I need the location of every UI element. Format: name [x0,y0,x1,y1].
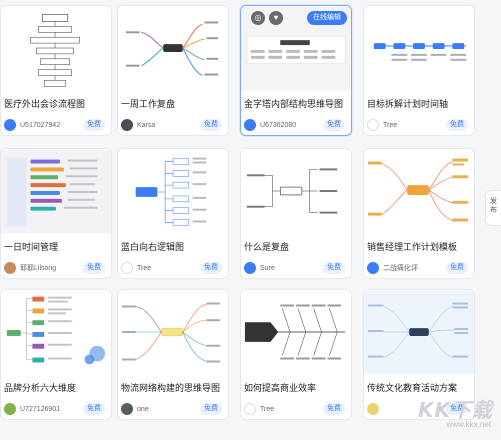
avatar [4,403,16,415]
template-thumbnail [364,6,474,91]
template-thumbnail [241,149,351,234]
template-card[interactable]: 医疗外出会诊流程图 U517027942 免费 [0,5,112,136]
template-author: 耶耶Lilsong [4,261,56,275]
template-author: U67362080 [244,118,296,132]
template-card[interactable]: 蓝白向右逻辑图 Tree 免费 [117,148,229,279]
template-thumbnail [1,6,111,91]
free-badge: 免费 [323,403,345,415]
template-card[interactable]: 品牌分析六大维度 U727126901 免费 [0,289,112,420]
free-badge: 免费 [83,119,105,131]
template-title[interactable]: 传统文化教育活动方案 [367,381,473,394]
free-badge: 免费 [83,262,105,274]
template-card[interactable]: 目标拆解计划时间轴 Tree 免费 [363,5,475,136]
author-name: 耶耶Lilsong [20,265,57,272]
author-name: one [137,405,149,413]
template-title[interactable]: 销售经理工作计划模板 [367,240,473,253]
template-thumbnail [118,6,228,91]
online-edit-button[interactable]: 在线编辑 [307,11,347,25]
template-title[interactable]: 一日时间管理 [4,240,110,253]
publish-label: 发布 [490,198,497,214]
template-thumbnail [118,149,228,234]
template-title[interactable]: 如何提高商业效率 [244,381,350,394]
template-thumbnail [241,290,351,375]
free-badge: 免费 [446,262,468,274]
heart-icon[interactable]: ♥ [269,11,283,25]
template-card[interactable]: ◎ ♥ 在线编辑 金字塔内部结构思维导图 U67362080 免费 [240,5,352,136]
author-name: U517027942 [20,121,61,129]
avatar [4,119,16,131]
template-title[interactable]: 蓝白向右逻辑图 [121,240,227,253]
avatar [4,262,16,274]
template-author: U727126901 [4,402,60,416]
template-title[interactable]: 医疗外出会诊流程图 [4,97,110,110]
author-name: U67362080 [260,121,297,129]
free-badge: 免费 [200,403,222,415]
watermark: KK下载 www.kkx.net [365,394,495,434]
template-title[interactable]: 目标拆解计划时间轴 [367,97,473,110]
author-name: Tree [260,405,275,413]
avatar [367,119,379,131]
template-title[interactable]: 品牌分析六大维度 [4,381,110,394]
avatar [121,403,133,415]
publish-side-tab[interactable]: 发布 [485,190,501,226]
author-name: Tree [383,121,398,129]
template-thumbnail [364,290,474,375]
free-badge: 免费 [200,119,222,131]
template-author: one [121,402,149,416]
template-author: Tree [367,118,397,132]
template-title[interactable]: 一周工作复盘 [121,97,227,110]
card-action-bar: ◎ ♥ 在线编辑 [241,6,351,32]
template-title[interactable]: 物流网络构建的思维导图 [121,381,227,394]
avatar [121,119,133,131]
free-badge: 免费 [83,403,105,415]
template-author: Sure [244,261,275,275]
template-author: 二战痛化评 [367,261,418,275]
template-card[interactable]: 一日时间管理 耶耶Lilsong 免费 [0,148,112,279]
free-badge: 免费 [200,262,222,274]
author-name: Tree [137,264,152,272]
template-thumbnail [118,290,228,375]
avatar [244,262,256,274]
template-card[interactable]: 物流网络构建的思维导图 one 免费 [117,289,229,420]
author-name: Karsa [137,121,156,129]
avatar [244,403,256,415]
template-card[interactable]: 如何提高商业效率 Tree 免费 [240,289,352,420]
free-badge: 免费 [323,262,345,274]
template-thumbnail [364,149,474,234]
avatar [367,262,379,274]
watermark-url: www.kkx.net [446,420,491,429]
free-badge: 免费 [323,119,345,131]
watermark-logo: KK下载 [418,398,493,422]
template-author: Karsa [121,118,155,132]
author-name: Sure [260,264,275,272]
template-card[interactable]: 什么是复盘 Sure 免费 [240,148,352,279]
template-author: Tree [121,261,151,275]
template-author: Tree [244,402,274,416]
template-thumbnail [1,149,111,234]
author-name: U727126901 [20,405,61,413]
author-name: 二战痛化评 [383,265,418,272]
template-thumbnail [1,290,111,375]
template-title[interactable]: 什么是复盘 [244,240,350,253]
preview-icon[interactable]: ◎ [251,11,265,25]
avatar [121,262,133,274]
template-title[interactable]: 金字塔内部结构思维导图 [244,97,350,110]
template-card[interactable]: 一周工作复盘 Karsa 免费 [117,5,229,136]
free-badge: 免费 [446,119,468,131]
template-card[interactable]: 销售经理工作计划模板 二战痛化评 免费 [363,148,475,279]
avatar [244,119,256,131]
template-author: U517027942 [4,118,60,132]
